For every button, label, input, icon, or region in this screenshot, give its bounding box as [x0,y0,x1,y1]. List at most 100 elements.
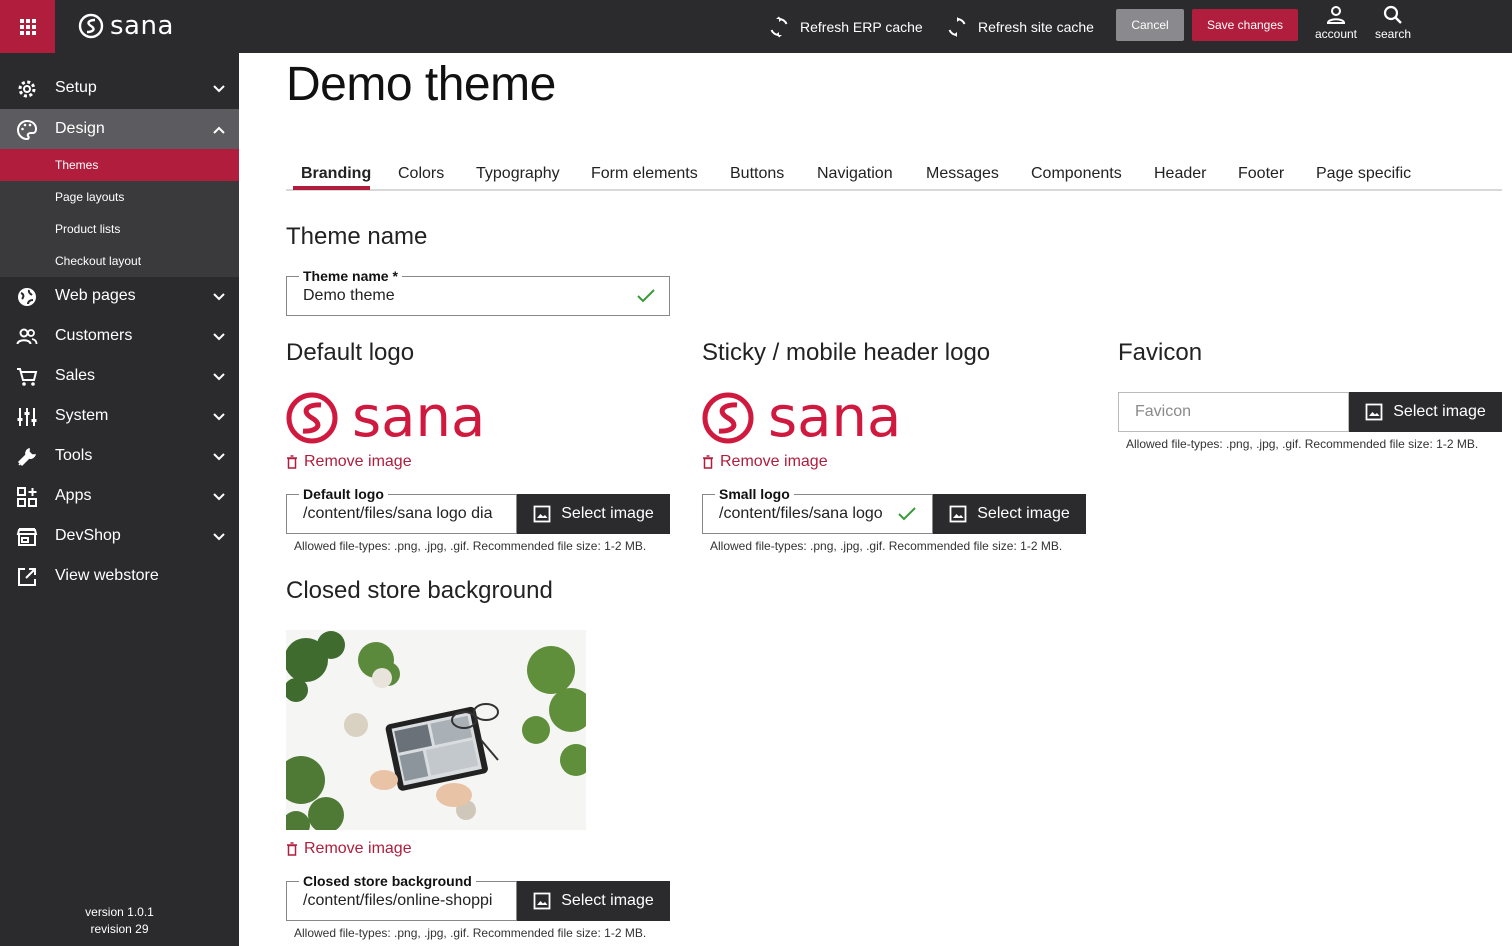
sidebar-item-label: View webstore [55,567,159,584]
search-icon [1383,5,1402,24]
sidebar-item-devshop[interactable]: DevShop [0,516,239,556]
refresh-erp-label: Refresh ERP cache [800,18,923,35]
default-logo-select-image-button[interactable]: Select image [517,494,670,534]
chevron-down-icon [213,373,225,381]
favicon-select-image-button[interactable]: Select image [1349,392,1502,432]
app-launcher-button[interactable] [0,0,55,53]
version-text: version 1.0.1 [85,905,154,919]
cancel-button[interactable]: Cancel [1116,9,1184,41]
account-button[interactable]: account [1313,5,1359,45]
sidebar-item-design[interactable]: Design [0,109,239,149]
remove-default-logo-link[interactable]: Remove image [286,453,412,471]
submenu-item-product-lists[interactable]: Product lists [0,213,239,245]
account-label: account [1314,27,1358,41]
tab-colors[interactable]: Colors [398,165,444,183]
search-label: search [1374,27,1412,41]
chevron-down-icon [213,333,225,341]
sidebar-item-sales[interactable]: Sales [0,356,239,396]
sidebar-item-label: Tools [55,447,93,464]
search-button[interactable]: search [1372,5,1414,45]
sidebar-item-view-webstore[interactable]: View webstore [0,556,239,596]
tab-page-specific[interactable]: Page specific [1316,165,1411,183]
chevron-down-icon [213,453,225,461]
sidebar-item-label: Sales [55,367,96,384]
tab-messages[interactable]: Messages [926,165,999,183]
apps-add-icon [16,486,38,508]
small-logo-field[interactable]: Small logo /content/files/sana logo [702,486,933,534]
sidebar-item-apps[interactable]: Apps [0,476,239,516]
logo-wordmark: sana [352,385,486,450]
design-submenu: Themes Page layouts Product lists Checko… [0,149,239,277]
remove-closed-store-image-link[interactable]: Remove image [286,840,412,858]
closed-store-heading: Closed store background [286,577,553,604]
select-image-label: Select image [561,505,654,522]
image-icon [1365,403,1383,421]
cart-icon [16,366,38,388]
main-content: Demo theme Branding Colors Typography Fo… [239,53,1512,946]
palette-icon [16,119,38,141]
small-logo-value: /content/files/sana logo [719,505,883,522]
sidebar-item-web-pages[interactable]: Web pages [0,276,239,316]
submenu-item-themes[interactable]: Themes [0,149,239,181]
store-icon [16,526,38,548]
brand-logo[interactable]: sana [78,10,174,42]
people-icon [16,326,38,348]
sana-logo-mark-icon [702,392,754,444]
sliders-icon [16,406,38,428]
refresh-site-cache-button[interactable]: Refresh site cache [946,0,1094,53]
tab-branding[interactable]: Branding [301,165,371,183]
remove-image-label: Remove image [304,453,412,470]
closed-store-background-field[interactable]: Closed store background /content/files/o… [286,873,517,921]
sidebar-item-label: Design [55,120,105,137]
sidebar-item-tools[interactable]: Tools [0,436,239,476]
trash-icon [703,455,713,469]
sidebar-item-customers[interactable]: Customers [0,316,239,356]
small-logo-hint: Allowed file-types: .png, .jpg, .gif. Re… [710,539,1063,553]
refresh-site-label: Refresh site cache [978,18,1094,35]
theme-name-value: Demo theme [303,287,395,304]
refresh-erp-cache-button[interactable]: Refresh ERP cache [768,0,923,53]
sidebar-item-system[interactable]: System [0,396,239,436]
tab-footer[interactable]: Footer [1238,165,1284,183]
tab-form-elements[interactable]: Form elements [591,165,698,183]
sticky-logo-preview: sana [702,390,901,446]
active-tab-indicator [293,186,370,190]
small-logo-label: Small logo [715,486,794,502]
closed-store-background-value: /content/files/online-shoppi [303,892,493,909]
submenu-item-page-layouts[interactable]: Page layouts [0,181,239,213]
submenu-item-checkout-layout[interactable]: Checkout layout [0,245,239,277]
trash-icon [287,842,297,856]
favicon-field[interactable]: Favicon [1118,392,1349,432]
sidebar-item-setup[interactable]: Setup [0,68,239,108]
theme-name-field[interactable]: Theme name * Demo theme [286,268,670,316]
theme-name-label: Theme name * [299,268,402,284]
image-icon [533,892,551,910]
sidebar: Setup Design Themes Page layouts Product… [0,53,239,946]
save-changes-button[interactable]: Save changes [1192,9,1298,41]
remove-sticky-logo-link[interactable]: Remove image [702,453,828,471]
tab-header[interactable]: Header [1154,165,1206,183]
tab-navigation[interactable]: Navigation [817,165,893,183]
grid-icon [19,18,36,35]
select-image-label: Select image [561,892,654,909]
top-bar: sana Refresh ERP cache Refresh site cach… [0,0,1512,53]
small-logo-select-image-button[interactable]: Select image [933,494,1086,534]
closed-store-select-image-button[interactable]: Select image [517,881,670,921]
tab-bar: Branding Colors Typography Form elements… [286,157,1502,191]
sticky-logo-heading: Sticky / mobile header logo [702,339,991,366]
checkmark-icon [898,507,916,521]
favicon-hint: Allowed file-types: .png, .jpg, .gif. Re… [1126,437,1479,451]
tab-buttons[interactable]: Buttons [730,165,784,183]
chevron-up-icon [213,126,225,134]
default-logo-value: /content/files/sana logo dia [303,505,493,522]
logo-wordmark: sana [768,385,902,450]
refresh-icon [770,16,788,37]
closed-store-background-label: Closed store background [299,873,476,889]
default-logo-field[interactable]: Default logo /content/files/sana logo di… [286,486,517,534]
sana-mark-icon [78,13,104,39]
tab-typography[interactable]: Typography [476,165,560,183]
external-link-icon [16,566,38,588]
sidebar-item-label: Setup [55,79,97,96]
tab-components[interactable]: Components [1031,165,1122,183]
favicon-placeholder: Favicon [1135,403,1192,420]
